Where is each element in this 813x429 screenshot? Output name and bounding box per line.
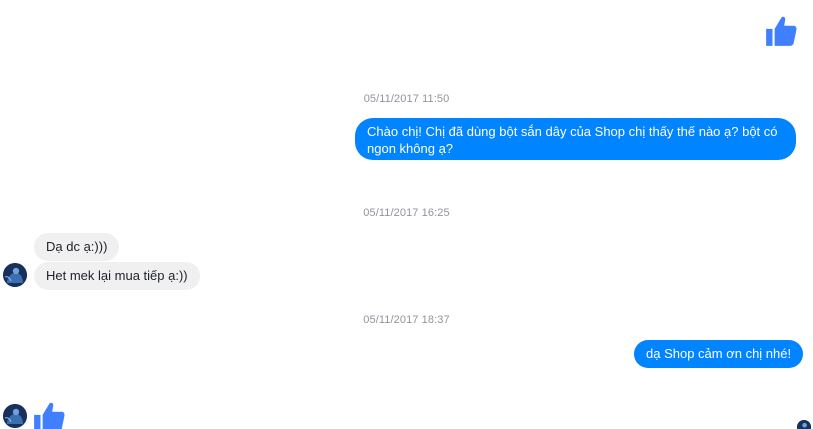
message-thread: 05/11/2017 11:50 Chào chị! Chị đã dùng b… — [0, 0, 813, 429]
thumbs-up-icon — [32, 400, 66, 429]
outgoing-message[interactable]: dạ Shop cảm ơn chị nhé! — [634, 340, 804, 368]
contact-avatar[interactable] — [3, 263, 27, 287]
read-receipt-avatar — [797, 420, 811, 429]
contact-avatar[interactable] — [3, 404, 27, 428]
thumbs-up-icon — [764, 14, 798, 48]
outgoing-message[interactable]: Chào chị! Chị đã dùng bột sắn dây của Sh… — [355, 118, 796, 160]
incoming-message[interactable]: Het mek lại mua tiếp ạ:)) — [34, 262, 200, 290]
message-timestamp: 05/11/2017 16:25 — [363, 207, 450, 219]
message-timestamp: 05/11/2017 18:37 — [363, 314, 450, 326]
incoming-message[interactable]: Dạ dc ạ:))) — [34, 233, 120, 261]
message-timestamp: 05/11/2017 11:50 — [363, 93, 450, 105]
